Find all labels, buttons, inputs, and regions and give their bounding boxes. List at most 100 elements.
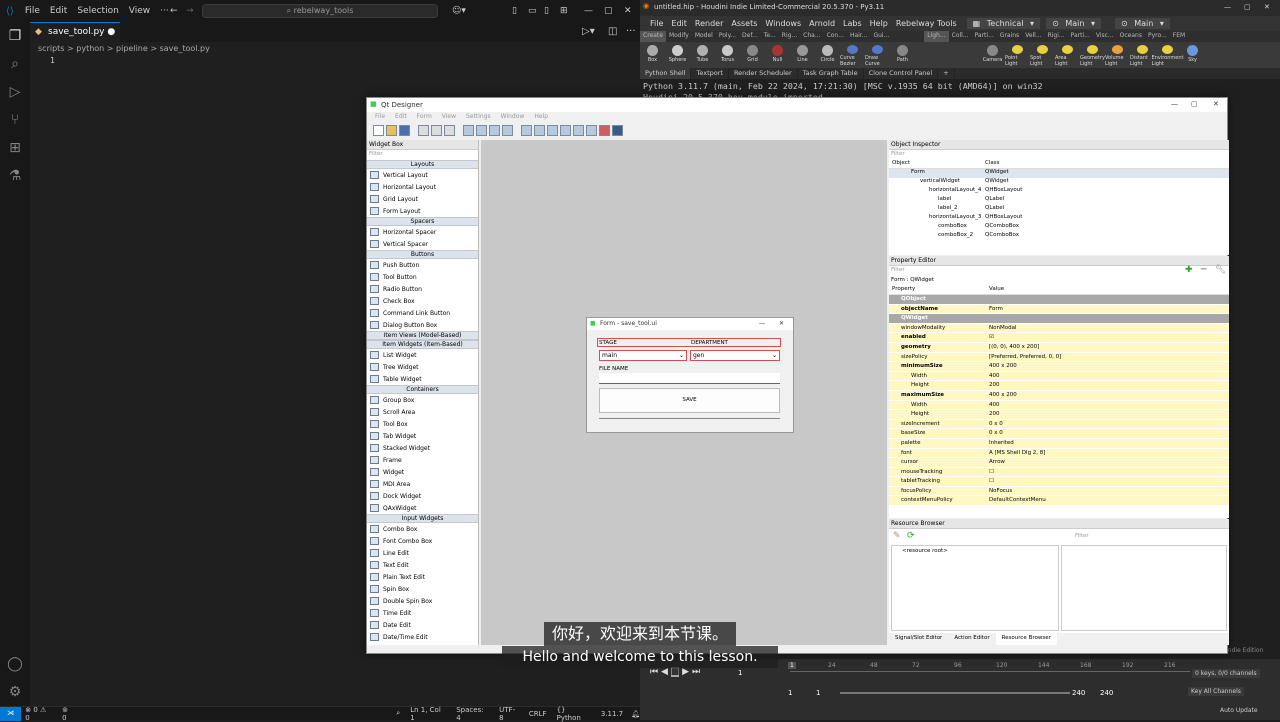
- layout-sidebar-icon[interactable]: ▯: [512, 6, 517, 16]
- widget-item[interactable]: Table Widget: [367, 373, 478, 385]
- status-position[interactable]: Ln 1, Col 1: [410, 706, 446, 722]
- widget-category[interactable]: Input Widgets: [367, 514, 478, 523]
- source-control-icon[interactable]: ⑂: [0, 106, 30, 134]
- light-tab[interactable]: Rigi...: [1045, 31, 1068, 42]
- testing-icon[interactable]: ⚗: [0, 162, 30, 190]
- shelf-tool-button[interactable]: Sky: [1180, 42, 1205, 67]
- shelf-tool-button[interactable]: Area Light: [1055, 42, 1080, 67]
- property-value[interactable]: ☐: [989, 478, 994, 484]
- property-value[interactable]: Form: [989, 306, 1003, 312]
- shelf-tool-button[interactable]: Volume Light: [1105, 42, 1130, 67]
- edit-tab-order-icon[interactable]: [502, 124, 513, 136]
- forward-arrow-icon[interactable]: →: [186, 6, 194, 16]
- property-value[interactable]: ☐: [989, 469, 994, 475]
- breadcrumb-file[interactable]: save_tool.py: [160, 44, 210, 53]
- widget-item[interactable]: Tree Widget: [367, 361, 478, 373]
- property-value[interactable]: Inherited: [989, 440, 1014, 446]
- settings-gear-icon[interactable]: ⚙: [0, 678, 30, 706]
- property-row[interactable]: mouseTracking ☐: [889, 467, 1229, 478]
- tab-action-editor[interactable]: Action Editor: [948, 633, 995, 645]
- shelf-tool-button[interactable]: Tube: [690, 42, 715, 67]
- range-slider[interactable]: [840, 692, 1070, 694]
- account-icon[interactable]: ◯: [0, 650, 30, 678]
- widget-item[interactable]: MDI Area: [367, 478, 478, 490]
- h-menu-edit[interactable]: Edit: [667, 19, 691, 28]
- shelf-tool-button[interactable]: Circle: [815, 42, 840, 67]
- resource-root[interactable]: <resource root>: [892, 548, 948, 554]
- start-frame-field[interactable]: 1: [788, 689, 792, 697]
- status-spaces[interactable]: Spaces: 4: [456, 706, 489, 722]
- property-row[interactable]: baseSize 0 x 0: [889, 429, 1229, 439]
- stop-icon[interactable]: ■: [670, 667, 680, 677]
- form-preview-window[interactable]: ■ Form - save_tool.ui — ✕ STAGE DEPARTME…: [586, 317, 794, 433]
- form-minimize-icon[interactable]: —: [759, 320, 765, 327]
- explorer-icon[interactable]: ❐: [0, 22, 30, 50]
- object-tree-row[interactable]: label QLabel: [889, 196, 1229, 205]
- widget-item[interactable]: Double Spin Box: [367, 595, 478, 607]
- widget-item[interactable]: Line Edit: [367, 547, 478, 559]
- property-row[interactable]: Width 400: [889, 400, 1229, 411]
- property-value[interactable]: DefaultContextMenu: [989, 497, 1046, 503]
- tab-signal-slot-editor[interactable]: Signal/Slot Editor: [889, 633, 948, 645]
- menu-file[interactable]: File: [20, 6, 45, 16]
- edit-widgets-icon[interactable]: [463, 124, 474, 136]
- property-value[interactable]: ☑: [989, 334, 994, 340]
- run-python-icon[interactable]: ▷▾: [582, 26, 595, 37]
- qt-menu-view[interactable]: View: [437, 112, 461, 122]
- shelf-tab[interactable]: Gui...: [870, 31, 892, 42]
- minimize-icon[interactable]: —: [1171, 100, 1178, 108]
- object-tree-row[interactable]: label_2 QLabel: [889, 205, 1229, 214]
- reload-resources-icon[interactable]: ⟳: [907, 531, 915, 541]
- property-row[interactable]: sizePolicy [Preferred, Preferred, 0, 0]: [889, 352, 1229, 363]
- qt-menu-window[interactable]: Window: [496, 112, 530, 122]
- widget-item[interactable]: Dock Widget: [367, 490, 478, 502]
- widget-item[interactable]: Command Link Button: [367, 307, 478, 319]
- property-row[interactable]: font A [MS Shell Dlg 2, 8]: [889, 448, 1229, 459]
- object-tree-row[interactable]: comboBox QComboBox: [889, 223, 1229, 232]
- open-form-icon[interactable]: [386, 124, 397, 136]
- shelf-tab[interactable]: Hair...: [847, 31, 871, 42]
- property-value[interactable]: 0 x 0: [989, 421, 1003, 427]
- unsaved-dot-icon[interactable]: ●: [107, 27, 115, 37]
- widget-item[interactable]: List Widget: [367, 349, 478, 361]
- property-value[interactable]: 400 x 200: [989, 363, 1017, 369]
- edit-buddies-icon[interactable]: [489, 124, 500, 136]
- widget-item[interactable]: Spin Box: [367, 583, 478, 595]
- shelf-tool-button[interactable]: Geometry Light: [1080, 42, 1105, 67]
- h-menu-arnold[interactable]: Arnold: [805, 19, 839, 28]
- property-row[interactable]: sizeIncrement 0 x 0: [889, 419, 1229, 430]
- light-tab[interactable]: Coll...: [949, 31, 972, 42]
- split-editor-icon[interactable]: ◫: [608, 26, 617, 37]
- property-editor-filter[interactable]: Filter: [889, 266, 1229, 276]
- shelf-tool-button[interactable]: Spot Light: [1030, 42, 1055, 67]
- copy-icon[interactable]: [431, 124, 442, 136]
- start-frame-field-2[interactable]: 1: [816, 689, 820, 697]
- widget-item[interactable]: Radio Button: [367, 283, 478, 295]
- break-layout-icon[interactable]: [599, 124, 610, 136]
- add-pane-tab-icon[interactable]: +: [938, 68, 955, 79]
- widget-item[interactable]: Group Box: [367, 394, 478, 406]
- property-row[interactable]: geometry [(0, 0), 400 x 200]: [889, 342, 1229, 353]
- layout-v-splitter-icon[interactable]: [560, 124, 571, 136]
- edit-signals-icon[interactable]: [476, 124, 487, 136]
- h-menu-windows[interactable]: Windows: [761, 19, 805, 28]
- property-row[interactable]: objectName Form: [889, 304, 1229, 315]
- more-actions-icon[interactable]: ···: [626, 26, 636, 37]
- shelf-tool-button[interactable]: Path: [890, 42, 915, 67]
- widget-category[interactable]: Buttons: [367, 250, 478, 259]
- menu-edit[interactable]: Edit: [45, 6, 72, 16]
- light-tab[interactable]: Ligh...: [924, 31, 949, 42]
- widget-category[interactable]: Item Widgets (Item-Based): [367, 340, 478, 349]
- widget-item[interactable]: Check Box: [367, 295, 478, 307]
- widget-category[interactable]: Item Views (Model-Based): [367, 331, 478, 340]
- shelf-tab[interactable]: Rig...: [779, 31, 800, 42]
- edit-resources-icon[interactable]: ✎: [893, 531, 901, 541]
- widget-item[interactable]: Vertical Spacer: [367, 238, 478, 250]
- back-arrow-icon[interactable]: ←: [170, 6, 178, 16]
- layout-form-icon[interactable]: [586, 124, 597, 136]
- light-tab[interactable]: Parti...: [1068, 31, 1093, 42]
- add-property-icon[interactable]: ✚: [1185, 265, 1193, 275]
- search-icon[interactable]: ⌕: [0, 50, 30, 78]
- property-row[interactable]: maximumSize 400 x 200: [889, 390, 1229, 401]
- widget-item[interactable]: Horizontal Layout: [367, 181, 478, 193]
